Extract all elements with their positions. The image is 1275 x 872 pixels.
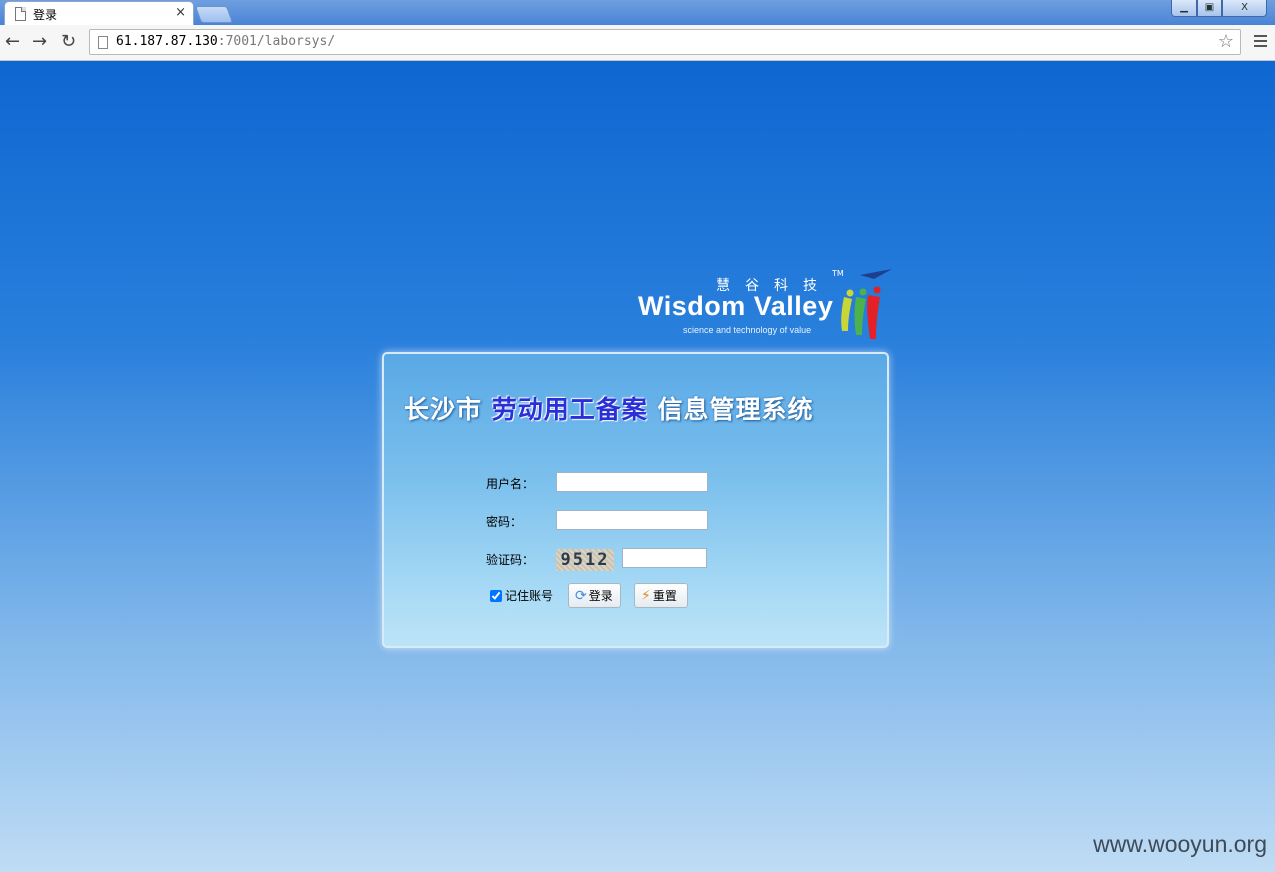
url-path: :7001/laborsys/ bbox=[217, 34, 336, 49]
login-panel: 长沙市 劳动用工备案 信息管理系统 用户名： 密码： 验证码： 9512 记住账… bbox=[382, 352, 889, 648]
remember-account[interactable]: 记住账号 bbox=[490, 587, 553, 604]
title-highlight: 劳动用工备案 bbox=[491, 395, 648, 424]
company-logo: 慧谷科技 TM Wisdom Valley science and techno… bbox=[636, 267, 896, 347]
title-prefix: 长沙市 bbox=[404, 395, 483, 424]
tab-close-icon[interactable]: × bbox=[175, 5, 186, 20]
browser-tabbar: 登录 × ▁ ▣ X bbox=[0, 0, 1275, 25]
page-icon bbox=[15, 7, 26, 21]
login-button[interactable]: ⟳ 登录 bbox=[568, 583, 621, 608]
reset-button[interactable]: ⚡ 重置 bbox=[634, 583, 688, 608]
login-button-label: 登录 bbox=[588, 589, 613, 603]
menu-icon[interactable] bbox=[1254, 35, 1267, 50]
address-bar[interactable]: 61.187.87.130:7001/laborsys/ ☆ bbox=[89, 29, 1241, 55]
remember-label: 记住账号 bbox=[505, 589, 554, 603]
watermark-text: www.wooyun.org bbox=[1093, 831, 1267, 857]
window-controls: ▁ ▣ X bbox=[1171, 0, 1267, 17]
reset-broom-icon: ⚡ bbox=[641, 587, 651, 604]
minimize-button[interactable]: ▁ bbox=[1171, 0, 1197, 17]
maximize-button[interactable]: ▣ bbox=[1197, 0, 1222, 17]
title-suffix: 信息管理系统 bbox=[657, 395, 814, 424]
bookmark-star-icon[interactable]: ☆ bbox=[1218, 31, 1234, 52]
page-icon bbox=[98, 36, 108, 49]
captcha-input[interactable] bbox=[622, 548, 707, 568]
password-label: 密码： bbox=[486, 515, 523, 529]
browser-toolbar: ← → ↻ 61.187.87.130:7001/laborsys/ ☆ bbox=[0, 25, 1275, 61]
username-label: 用户名： bbox=[486, 477, 535, 491]
forward-arrow-icon[interactable]: → bbox=[32, 31, 47, 53]
reload-icon[interactable]: ↻ bbox=[61, 31, 76, 53]
captcha-image[interactable]: 9512 bbox=[556, 549, 614, 571]
url-host: 61.187.87.130 bbox=[116, 34, 218, 49]
captcha-label: 验证码： bbox=[486, 553, 535, 567]
new-tab-button[interactable] bbox=[194, 6, 234, 23]
page-background: 慧谷科技 TM Wisdom Valley science and techno… bbox=[0, 61, 1275, 872]
back-arrow-icon[interactable]: ← bbox=[5, 31, 20, 53]
username-input[interactable] bbox=[556, 472, 708, 492]
logo-en-name: Wisdom Valley bbox=[638, 291, 834, 321]
system-title: 长沙市 劳动用工备案 信息管理系统 bbox=[404, 390, 813, 426]
browser-tab[interactable]: 登录 × bbox=[4, 1, 194, 25]
reset-button-label: 重置 bbox=[652, 589, 677, 603]
window-close-button[interactable]: X bbox=[1222, 0, 1267, 17]
tab-title: 登录 bbox=[33, 8, 58, 22]
url-text: 61.187.87.130:7001/laborsys/ bbox=[116, 34, 335, 49]
password-input[interactable] bbox=[556, 510, 708, 530]
logo-figures-icon bbox=[841, 269, 892, 339]
logo-slogan: science and technology of value bbox=[683, 325, 812, 335]
login-arrow-icon: ⟳ bbox=[575, 587, 587, 604]
remember-checkbox[interactable] bbox=[490, 589, 502, 602]
